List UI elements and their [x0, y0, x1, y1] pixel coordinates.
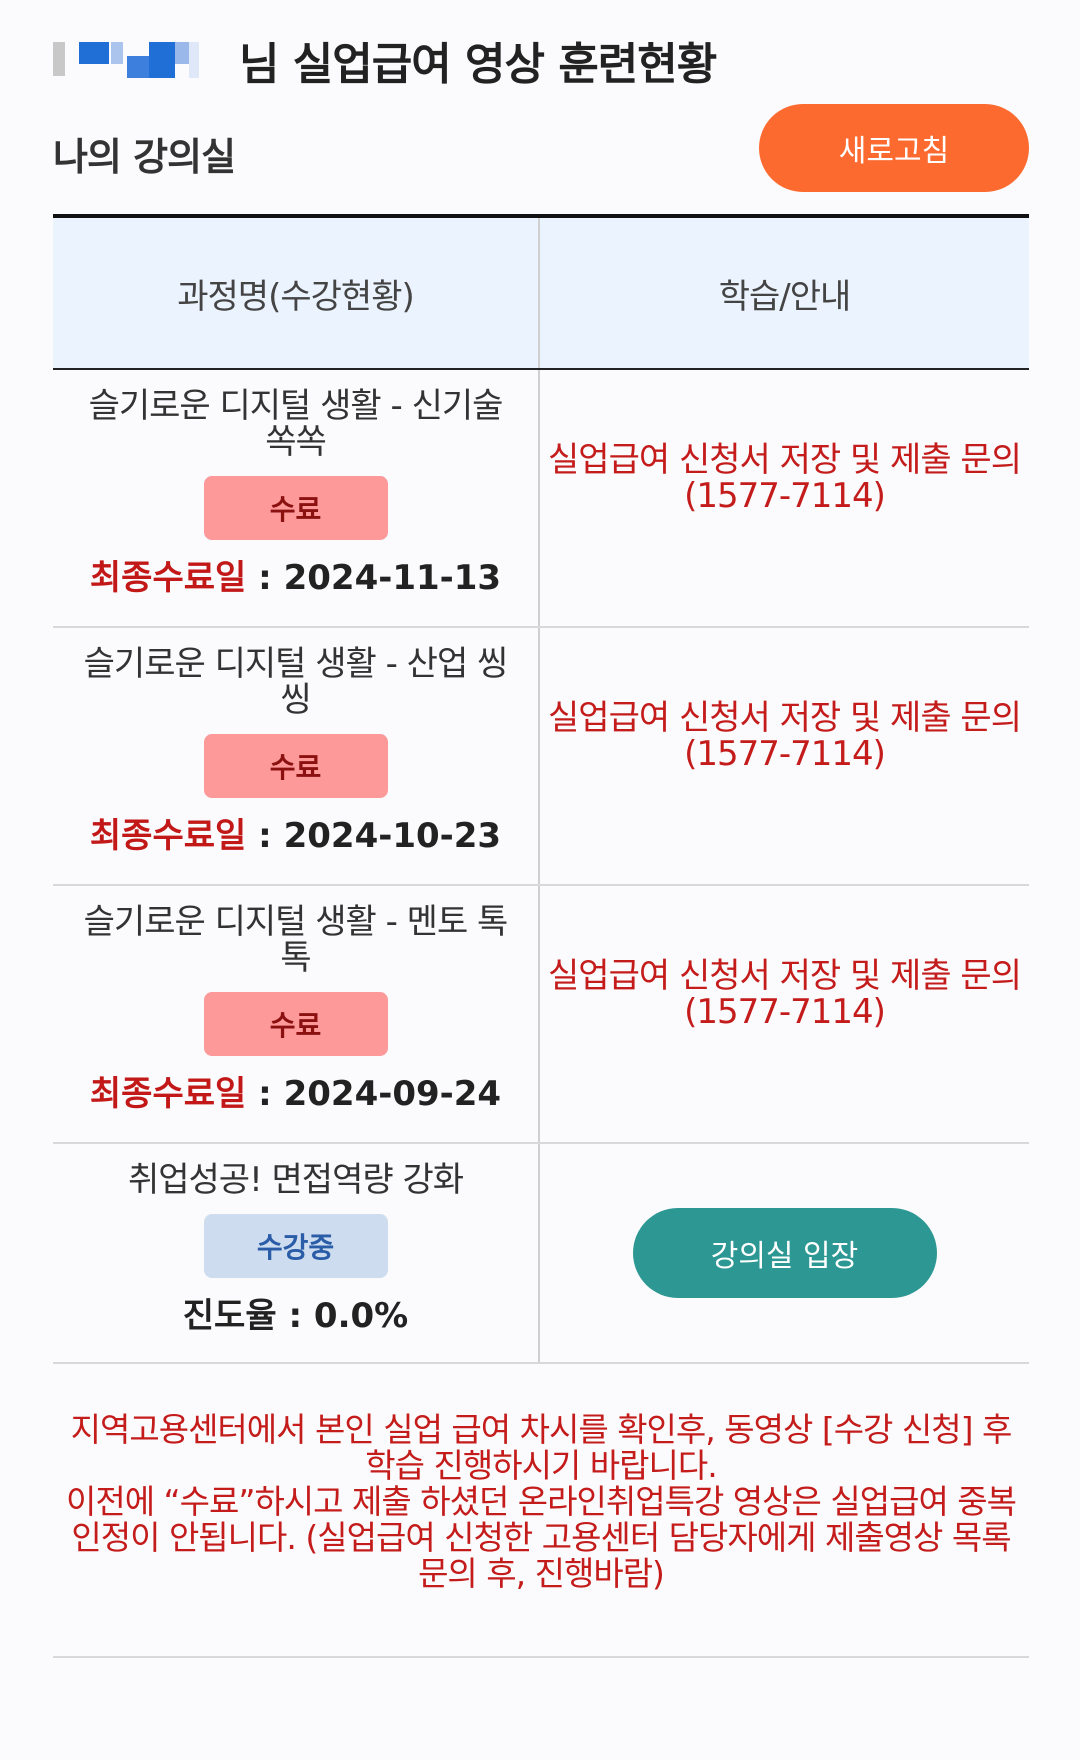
notice-text: 지역고용센터에서 본인 실업 급여 차시를 확인후, 동영상 [수강 신청] 후…: [53, 1368, 1029, 1658]
inquiry-link[interactable]: 실업급여 신청서 저장 및 제출 문의 (1577-7114): [540, 700, 1029, 772]
course-table: 과정명(수강현황) 학습/안내 슬기로운 디지털 생활 - 신기술 쏙쏙 수료 …: [53, 214, 1029, 1364]
course-name: 취업성공! 면접역량 강화: [127, 1160, 464, 1200]
status-badge: 수료: [203, 992, 388, 1056]
status-badge: 수강중: [203, 1214, 388, 1278]
table-row: 슬기로운 디지털 생활 - 산업 씽씽 수료 최종수료일 : 2024-10-2…: [53, 628, 1029, 886]
inquiry-link[interactable]: 실업급여 신청서 저장 및 제출 문의 (1577-7114): [540, 442, 1029, 514]
course-cell: 취업성공! 면접역량 강화 수강중 진도율 : 0.0%: [53, 1144, 540, 1362]
inquiry-link[interactable]: 실업급여 신청서 저장 및 제출 문의 (1577-7114): [540, 958, 1029, 1030]
completion-date-value: 2024-11-13: [283, 558, 502, 598]
completion-date: 최종수료일 : 2024-09-24: [89, 1074, 502, 1114]
completion-date: 최종수료일 : 2024-10-23: [89, 816, 502, 856]
guide-cell: 실업급여 신청서 저장 및 제출 문의 (1577-7114): [540, 628, 1029, 884]
guide-cell: 강의실 입장: [540, 1144, 1029, 1362]
column-header-guide: 학습/안내: [718, 276, 852, 317]
course-cell: 슬기로운 디지털 생활 - 멘토 톡톡 수료 최종수료일 : 2024-09-2…: [53, 886, 540, 1142]
guide-cell: 실업급여 신청서 저장 및 제출 문의 (1577-7114): [540, 886, 1029, 1142]
table-header: 과정명(수강현황) 학습/안내: [53, 218, 1029, 370]
masked-user-name: [53, 38, 205, 82]
course-name: 슬기로운 디지털 생활 - 멘토 톡톡: [83, 902, 509, 978]
page-header: 님 실업급여 영상 훈련현황: [53, 28, 717, 92]
progress-rate-label: 진도율: [182, 1296, 277, 1336]
table-row: 취업성공! 면접역량 강화 수강중 진도율 : 0.0% 강의실 입장: [53, 1144, 1029, 1364]
guide-cell: 실업급여 신청서 저장 및 제출 문의 (1577-7114): [540, 370, 1029, 626]
progress-rate: 진도율 : 0.0%: [182, 1296, 409, 1336]
course-name: 슬기로운 디지털 생활 - 신기술 쏙쏙: [88, 386, 504, 462]
completion-date-label: 최종수료일: [89, 1074, 247, 1114]
table-row: 슬기로운 디지털 생활 - 멘토 톡톡 수료 최종수료일 : 2024-09-2…: [53, 886, 1029, 1144]
notice-line: 지역고용센터에서 본인 실업 급여 차시를 확인후, 동영상 [수강 신청] 후…: [70, 1410, 1013, 1485]
status-badge: 수료: [203, 734, 388, 798]
completion-date-value: 2024-09-24: [283, 1074, 502, 1114]
status-badge: 수료: [203, 476, 388, 540]
course-cell: 슬기로운 디지털 생활 - 산업 씽씽 수료 최종수료일 : 2024-10-2…: [53, 628, 540, 884]
table-row: 슬기로운 디지털 생활 - 신기술 쏙쏙 수료 최종수료일 : 2024-11-…: [53, 370, 1029, 628]
page-title: 님 실업급여 영상 훈련현황: [239, 39, 717, 90]
course-cell: 슬기로운 디지털 생활 - 신기술 쏙쏙 수료 최종수료일 : 2024-11-…: [53, 370, 540, 626]
column-header-course: 과정명(수강현황): [53, 218, 540, 368]
progress-rate-value: 0.0%: [313, 1296, 409, 1336]
section-title: 나의 강의실: [53, 135, 236, 179]
enter-classroom-button[interactable]: 강의실 입장: [632, 1208, 937, 1298]
completion-date: 최종수료일 : 2024-11-13: [89, 558, 502, 598]
refresh-button[interactable]: 새로고침: [759, 104, 1029, 192]
course-name: 슬기로운 디지털 생활 - 산업 씽씽: [83, 644, 509, 720]
notice-line: 이전에 “수료”하시고 제출 하셨던 온라인취업특강 영상은 실업급여 중복 인…: [65, 1482, 1017, 1593]
completion-date-label: 최종수료일: [89, 816, 247, 856]
completion-date-value: 2024-10-23: [283, 816, 502, 856]
classroom-header: 나의 강의실 새로고침: [53, 100, 1029, 196]
completion-date-label: 최종수료일: [89, 558, 247, 598]
